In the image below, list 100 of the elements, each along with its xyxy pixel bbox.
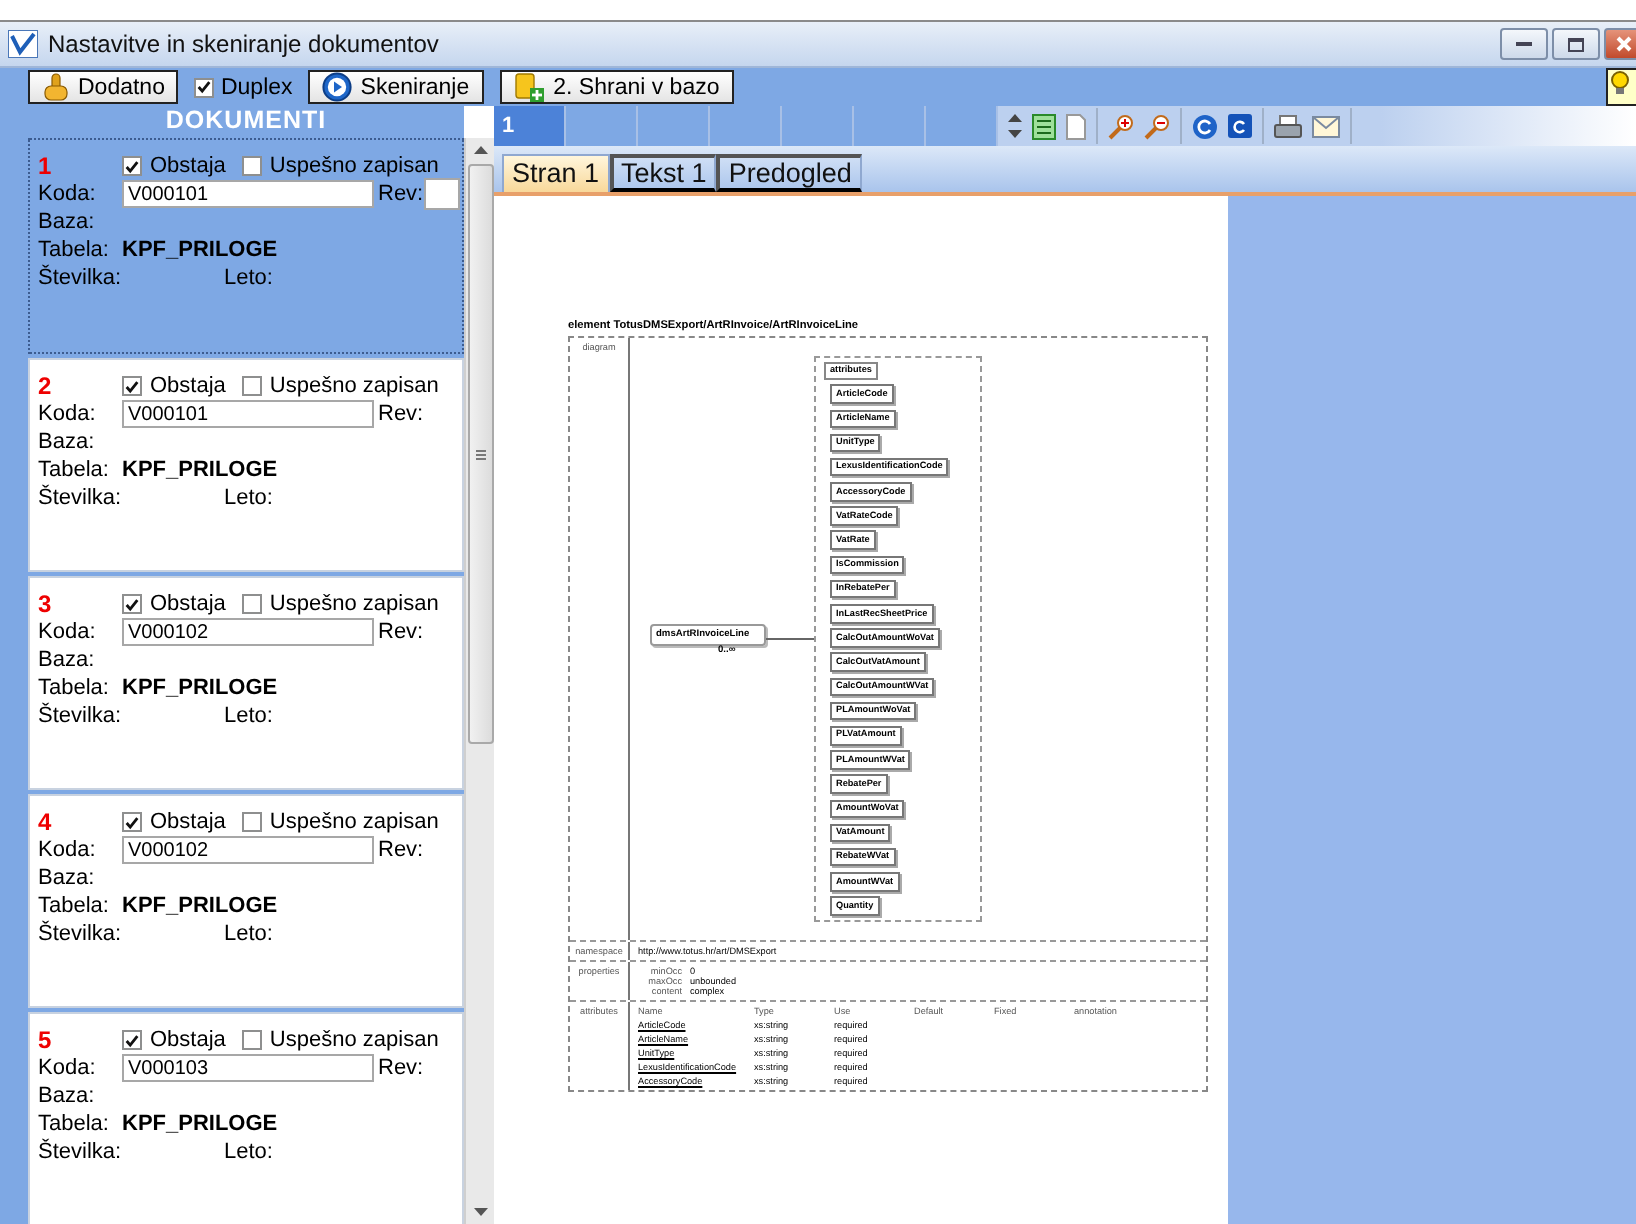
- code-field[interactable]: V000103: [122, 1054, 374, 1082]
- close-button[interactable]: [1604, 28, 1636, 60]
- hand-icon: [42, 72, 70, 102]
- zoom-in-icon[interactable]: [1108, 113, 1134, 139]
- code-field[interactable]: V000102: [122, 618, 374, 646]
- table-name: KPF_PRILOGE: [122, 1112, 280, 1136]
- lightbulb-button[interactable]: [1606, 68, 1636, 106]
- field-label: Baza:: [38, 866, 97, 890]
- checkbox[interactable]: [122, 594, 142, 614]
- document-number: 5: [38, 1026, 54, 1054]
- field-label: Koda:: [38, 838, 98, 862]
- document-card[interactable]: 5 Obstaja Uspešno zapisan Koda: V000103 Rev: Baza: Tabela: KPF_PRILOGE Številka: Leto:: [28, 1012, 464, 1224]
- checkbox[interactable]: [122, 376, 142, 396]
- panel-title: DOKUMENTI: [163, 106, 329, 138]
- view-tab[interactable]: Tekst 1: [609, 154, 717, 192]
- checkbox[interactable]: [241, 376, 262, 396]
- document-number: 4: [38, 808, 54, 836]
- minimize-icon: [1516, 41, 1532, 47]
- field-label: Leto:: [222, 1140, 275, 1164]
- field-label: Tabela:: [38, 676, 111, 700]
- field-label: Leto:: [222, 486, 275, 510]
- page-icon[interactable]: [1066, 113, 1086, 139]
- printer-icon[interactable]: [1274, 113, 1302, 139]
- window-title: Nastavitve in skeniranje dokumentov: [48, 30, 441, 58]
- field-label: Številka:: [38, 266, 122, 290]
- code-field[interactable]: V000101: [122, 400, 374, 428]
- document-card[interactable]: 1 Obstaja Uspešno zapisan Koda: V000101 Rev: Baza: Tabela: KPF_PRILOGE Številka: Leto:: [28, 138, 464, 354]
- field-label: Koda:: [38, 620, 98, 644]
- toolbar-button[interactable]: 2. Shrani v bazo: [499, 70, 734, 104]
- checkbox[interactable]: [241, 812, 262, 832]
- field-label: Rev:: [376, 838, 424, 862]
- scrollbar[interactable]: [464, 138, 494, 1224]
- document-card[interactable]: 4 Obstaja Uspešno zapisan Koda: V000102 Rev: Baza: Tabela: KPF_PRILOGE Številka: Leto:: [28, 794, 464, 1008]
- field-label: Številka:: [38, 1140, 122, 1164]
- checkbox[interactable]: [241, 1030, 262, 1050]
- table-name: KPF_PRILOGE: [122, 676, 280, 700]
- field-label: Leto:: [222, 704, 275, 728]
- checkbox[interactable]: [122, 1030, 142, 1050]
- view-tab[interactable]: Stran 1: [502, 154, 610, 192]
- revision-field[interactable]: [424, 178, 460, 210]
- field-label: Rev:: [376, 182, 424, 206]
- field-label: Številka:: [38, 922, 122, 946]
- toolbar-button[interactable]: Skeniranje: [308, 70, 484, 104]
- scroll-up-icon[interactable]: [473, 146, 487, 156]
- table-name: KPF_PRILOGE: [122, 238, 280, 262]
- play-circle-icon: [322, 72, 353, 102]
- code-field[interactable]: V000102: [122, 836, 374, 864]
- field-label: Rev:: [376, 620, 424, 644]
- field-label: Baza:: [38, 1084, 97, 1108]
- envelope-icon[interactable]: [1312, 115, 1340, 137]
- checkbox-label: Obstaja: [150, 1028, 226, 1052]
- checkbox-label: Obstaja: [150, 810, 226, 834]
- field-label: Tabela:: [38, 894, 111, 918]
- checkbox-label: Uspešno zapisan: [269, 154, 439, 178]
- code-field[interactable]: V000101: [122, 180, 374, 208]
- checkbox[interactable]: [122, 812, 142, 832]
- field-label: Baza:: [38, 210, 97, 234]
- field-label: Koda:: [38, 1056, 98, 1080]
- checkbox[interactable]: [241, 156, 262, 176]
- minimize-button[interactable]: [1500, 28, 1548, 60]
- field-label: Leto:: [222, 266, 275, 290]
- field-label: Tabela:: [38, 458, 111, 482]
- checkbox-label: Obstaja: [150, 154, 226, 178]
- field-label: Številka:: [38, 704, 122, 728]
- checkbox-label: Uspešno zapisan: [269, 374, 439, 398]
- app-icon: [8, 30, 38, 58]
- page-tab[interactable]: 1: [494, 106, 566, 146]
- zoom-out-icon[interactable]: [1144, 113, 1170, 139]
- spinner-icon[interactable]: [1008, 112, 1022, 140]
- field-label: Koda:: [38, 182, 98, 206]
- toolbar-button[interactable]: Dodatno: [28, 70, 179, 104]
- checkbox-label: Obstaja: [150, 374, 226, 398]
- field-label: Tabela:: [38, 238, 111, 262]
- scroll-down-icon[interactable]: [473, 1208, 487, 1218]
- field-label: Rev:: [376, 1056, 424, 1080]
- view-tab[interactable]: Predogled: [716, 154, 862, 192]
- field-label: Koda:: [38, 402, 98, 426]
- field-label: Tabela:: [38, 1112, 111, 1136]
- document-card[interactable]: 3 Obstaja Uspešno zapisan Koda: V000102 Rev: Baza: Tabela: KPF_PRILOGE Številka: Leto:: [28, 576, 464, 790]
- checkbox-label: Uspešno zapisan: [269, 592, 439, 616]
- field-label: Baza:: [38, 430, 97, 454]
- document-card[interactable]: 2 Obstaja Uspešno zapisan Koda: V000101 Rev: Baza: Tabela: KPF_PRILOGE Številka: Leto:: [28, 358, 464, 572]
- rotate-icon[interactable]: [1228, 114, 1252, 138]
- checkbox[interactable]: [194, 77, 215, 97]
- maximize-button[interactable]: [1552, 28, 1600, 60]
- database-add-icon: [513, 71, 546, 103]
- table-name: KPF_PRILOGE: [122, 894, 280, 918]
- checkbox[interactable]: [122, 156, 142, 176]
- document-number: 3: [38, 590, 54, 618]
- refresh-icon[interactable]: [1192, 113, 1218, 139]
- maximize-icon: [1568, 37, 1584, 51]
- table-name: KPF_PRILOGE: [122, 458, 280, 482]
- document-number: 1: [38, 152, 54, 180]
- checkbox[interactable]: [241, 594, 262, 614]
- close-icon: [1616, 36, 1632, 52]
- list-icon[interactable]: [1032, 113, 1056, 139]
- field-label: Rev:: [376, 402, 424, 426]
- field-label: Številka:: [38, 486, 122, 510]
- grip-icon: [475, 449, 485, 459]
- document-number: 2: [38, 372, 54, 400]
